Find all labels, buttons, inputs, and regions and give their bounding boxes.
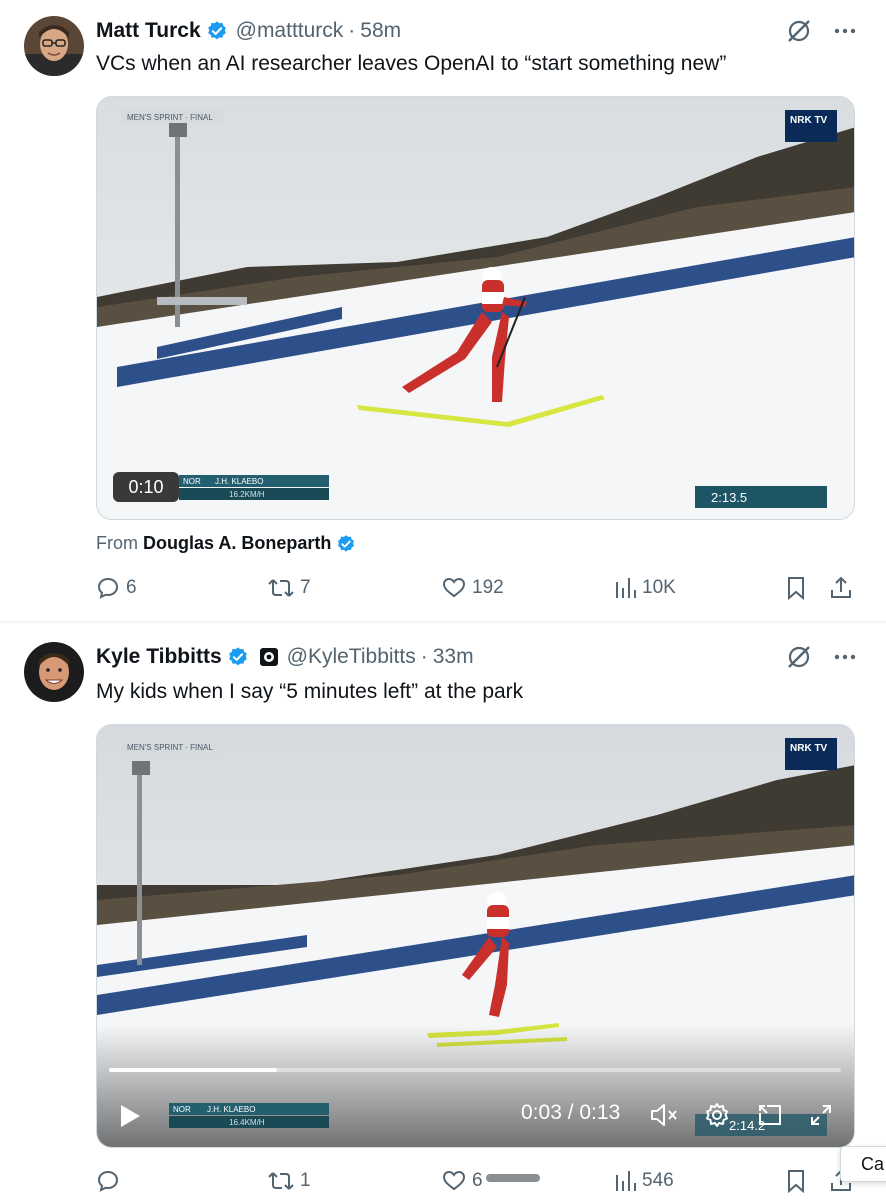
view-count: 10K [642,577,676,598]
tweet-top-actions [786,18,856,44]
mute-icon [649,1102,679,1128]
video-duration-badge: 0:10 [113,472,179,502]
from-label: From [96,533,138,553]
like-button[interactable]: 6 [442,1169,483,1193]
tooltip: Ca [840,1146,886,1182]
video-player[interactable]: MEN'S SPRINT · FINAL NRK TV NOR J.H. KLA… [96,724,855,1148]
reply-icon [96,576,120,600]
picture-in-picture-button[interactable] [757,1103,783,1127]
settings-icon [704,1102,730,1128]
repost-icon [268,1169,294,1193]
views-icon [614,576,636,600]
broadcaster-logo: NRK TV [790,115,828,126]
repost-button[interactable]: 1 [268,1169,311,1193]
race-time: 2:13.5 [711,490,747,505]
athlete-prefix: NOR [183,477,201,486]
repost-icon [268,576,294,600]
tweet-header: Matt Turck @mattturck · 58m [96,14,401,48]
tweet-text: My kids when I say “5 minutes left” at t… [96,680,524,703]
timestamp[interactable]: 58m [360,19,401,43]
more-icon[interactable] [834,28,856,34]
separator-dot: · [348,19,356,42]
verified-badge-icon [336,534,356,554]
source-name[interactable]: Douglas A. Boneparth [143,533,331,554]
athlete-name: J.H. KLAEBO [207,1105,255,1114]
views-button[interactable]: 10K [614,576,676,600]
settings-button[interactable] [704,1102,730,1128]
tweet-text: VCs when an AI researcher leaves OpenAI … [96,52,727,75]
like-icon [442,576,466,600]
play-button[interactable] [118,1103,142,1129]
video-frame: MEN'S SPRINT · FINAL NRK TV NOR J.H. KLA… [97,725,854,1147]
view-count: 546 [642,1170,674,1191]
tweet-actions: 6 7 192 10K [96,576,856,606]
bookmark-icon [786,576,806,600]
repost-count: 7 [300,577,311,598]
event-label: MEN'S SPRINT · FINAL [127,113,213,122]
fullscreen-icon [809,1103,833,1127]
reply-button[interactable]: 6 [96,576,137,600]
affiliate-badge-icon[interactable] [259,647,279,667]
event-label: MEN'S SPRINT · FINAL [127,743,213,752]
play-icon [118,1103,142,1129]
share-icon [830,576,852,600]
athlete-name: J.H. KLAEBO [215,477,263,486]
repost-button[interactable]: 7 [268,576,311,600]
reply-count: 6 [126,577,137,598]
tweet-actions: 1 6 546 [96,1169,856,1199]
video-player[interactable]: MEN'S SPRINT · FINAL NRK TV NOR J.H. KLA… [96,96,855,520]
video-progress-bar[interactable] [109,1068,841,1072]
reply-button[interactable] [96,1169,126,1193]
author-name[interactable]: Matt Turck [96,19,201,43]
separator-dot: · [420,645,428,668]
verified-badge-icon[interactable] [206,20,228,42]
verified-badge-icon[interactable] [227,646,249,668]
views-button[interactable]: 546 [614,1169,674,1193]
share-button[interactable] [830,576,852,600]
like-button[interactable]: 192 [442,576,504,600]
video-time: 0:03 / 0:13 [521,1101,621,1124]
fullscreen-button[interactable] [809,1103,833,1127]
views-icon [614,1169,636,1193]
tweet-top-actions [786,644,856,670]
athlete-speed: 16.4KM/H [229,1118,265,1127]
athlete-prefix: NOR [173,1105,191,1114]
tweet[interactable]: Matt Turck @mattturck · 58m VCs when an … [0,0,886,622]
tweet-header: Kyle Tibbitts @KyleTibbitts · 33m [96,640,474,674]
timestamp[interactable]: 33m [433,645,474,669]
video-frame: MEN'S SPRINT · FINAL NRK TV NOR J.H. KLA… [97,97,854,519]
more-icon[interactable] [834,654,856,660]
avatar[interactable] [24,642,84,702]
like-count: 192 [472,577,504,598]
author-handle[interactable]: @KyleTibbitts [287,645,416,669]
video-progress-fill [109,1068,278,1072]
scroll-indicator[interactable] [486,1174,540,1182]
avatar[interactable] [24,16,84,76]
grok-icon[interactable] [786,18,812,44]
broadcaster-logo: NRK TV [790,743,828,754]
source-attribution[interactable]: From Douglas A. Boneparth [96,533,356,554]
bookmark-button[interactable] [786,576,806,600]
like-icon [442,1169,466,1193]
mute-button[interactable] [649,1102,679,1128]
pip-icon [757,1103,783,1127]
grok-icon[interactable] [786,644,812,670]
reply-icon [96,1169,120,1193]
author-handle[interactable]: @mattturck [236,19,344,43]
athlete-speed: 16.2KM/H [229,490,265,499]
repost-count: 1 [300,1170,311,1191]
author-name[interactable]: Kyle Tibbitts [96,645,222,669]
bookmark-icon [786,1169,806,1193]
like-count: 6 [472,1170,483,1191]
bookmark-button[interactable] [786,1169,806,1193]
